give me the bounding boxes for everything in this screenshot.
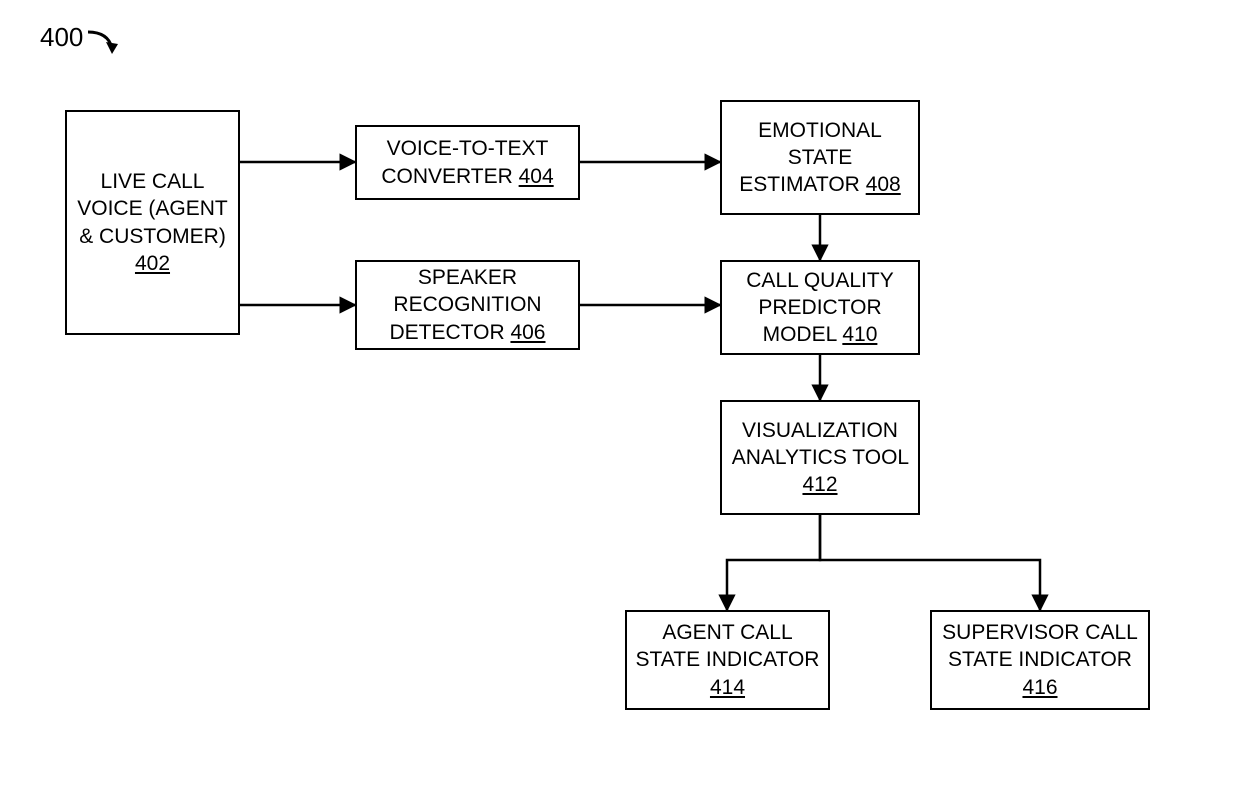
block-text: SUPERVISOR CALL STATE INDICATOR: [942, 621, 1138, 671]
block-ref: 410: [842, 323, 877, 346]
block-ref: 412: [802, 473, 837, 496]
block-call-quality-predictor-model: CALL QUALITY PREDICTOR MODEL 410: [720, 260, 920, 355]
block-ref: 408: [866, 173, 901, 196]
figure-number-hook-arrow: [86, 30, 126, 58]
figure-number-text: 400: [40, 22, 83, 52]
block-ref: 414: [710, 676, 745, 699]
block-ref: 402: [135, 250, 170, 277]
block-emotional-state-estimator: EMOTIONAL STATE ESTIMATOR 408: [720, 100, 920, 215]
block-text: VISUALIZATION ANALYTICS TOOL: [732, 419, 909, 469]
block-speaker-recognition-detector: SPEAKER RECOGNITION DETECTOR 406: [355, 260, 580, 350]
block-text: EMOTIONAL STATE ESTIMATOR: [739, 119, 882, 197]
block-live-call-voice: LIVE CALL VOICE (AGENT & CUSTOMER) 402: [65, 110, 240, 335]
block-ref: 416: [1022, 676, 1057, 699]
block-text: AGENT CALL STATE INDICATOR: [636, 621, 820, 671]
block-voice-to-text-converter: VOICE-TO-TEXT CONVERTER 404: [355, 125, 580, 200]
block-ref: 406: [510, 321, 545, 344]
figure-number-label: 400: [40, 22, 83, 53]
diagram-canvas: 400 LIVE CALL VOICE (AGENT & CUSTOMER) 4…: [0, 0, 1240, 788]
block-ref: 404: [519, 165, 554, 188]
block-visualization-analytics-tool: VISUALIZATION ANALYTICS TOOL 412: [720, 400, 920, 515]
block-agent-call-state-indicator: AGENT CALL STATE INDICATOR 414: [625, 610, 830, 710]
block-text: LIVE CALL VOICE (AGENT & CUSTOMER): [75, 168, 230, 250]
block-supervisor-call-state-indicator: SUPERVISOR CALL STATE INDICATOR 416: [930, 610, 1150, 710]
